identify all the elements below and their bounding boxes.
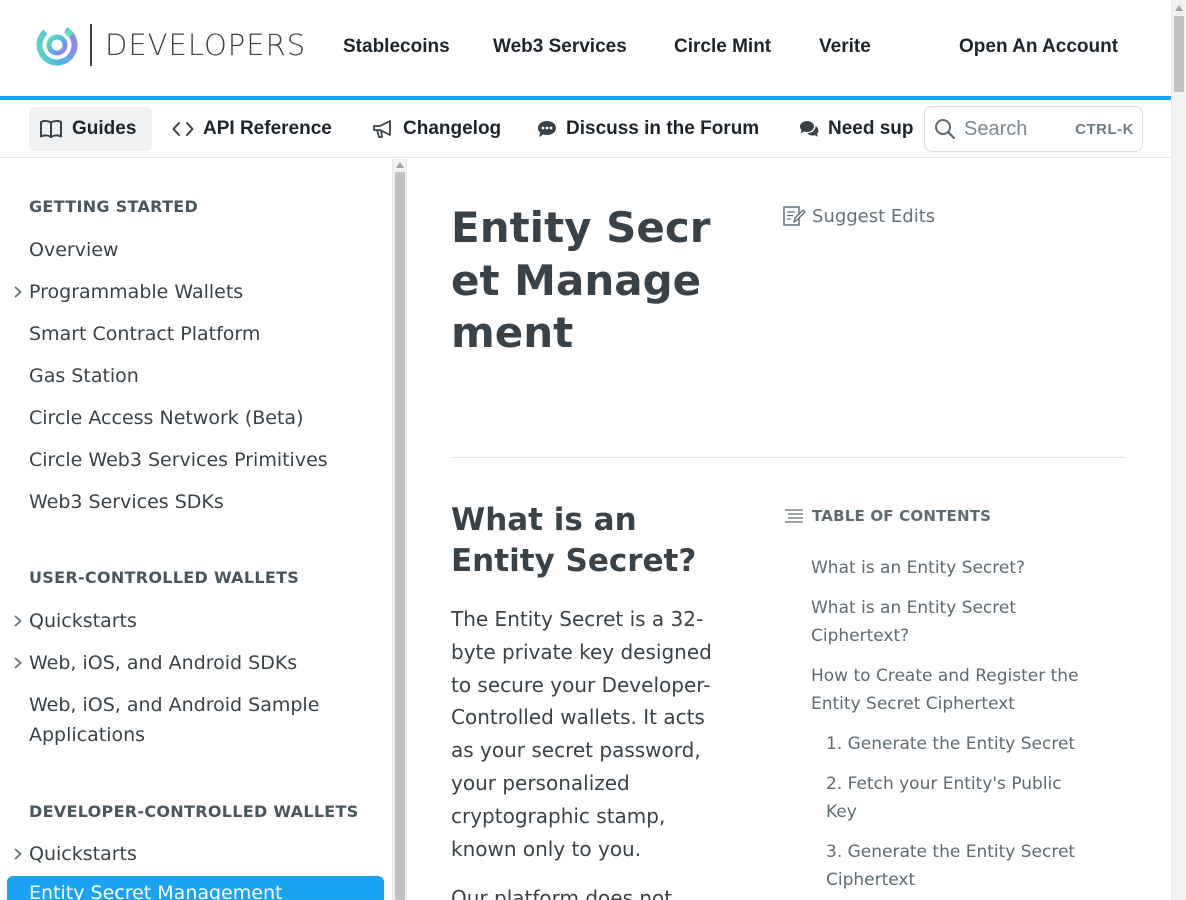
docs-sidebar: GETTING STARTED Overview Programmable Wa… <box>0 159 392 900</box>
sidebar-item-dcw-quickstarts[interactable]: Quickstarts <box>29 839 137 869</box>
toc-link-generate-entity-secret[interactable]: 1. Generate the Entity Secret <box>826 730 1106 758</box>
sidebar-item-web3-services-sdks[interactable]: Web3 Services SDKs <box>29 487 224 517</box>
sidebar-item-web3-services-primitives[interactable]: Circle Web3 Services Primitives <box>29 445 328 475</box>
chat-bubble-icon <box>538 121 556 137</box>
tab-api-reference-label: API Reference <box>203 118 332 139</box>
megaphone-icon <box>373 120 391 138</box>
sidebar-item-ucw-quickstarts[interactable]: Quickstarts <box>29 606 137 636</box>
tab-guides-label: Guides <box>72 118 137 139</box>
sidebar-heading-developer-controlled-wallets: DEVELOPER-CONTROLLED WALLETS <box>29 802 359 821</box>
nav-stablecoins[interactable]: Stablecoins <box>343 36 450 58</box>
code-icon <box>172 122 194 136</box>
chevron-right-icon[interactable] <box>12 285 24 299</box>
search-box[interactable]: CTRL-K <box>924 106 1143 152</box>
body-paragraph-2: Our platform does not <box>451 886 673 900</box>
search-icon <box>935 119 956 140</box>
tab-forum-label: Discuss in the Forum <box>566 118 760 139</box>
logo-divider <box>90 24 92 66</box>
section-heading: What is an Entity Secret? <box>451 502 697 579</box>
toc-link-how-to-create[interactable]: How to Create and Register the Entity Se… <box>811 662 1101 718</box>
toc-link-what-is-ciphertext[interactable]: What is an Entity Secret Ciphertext? <box>811 594 1051 650</box>
page-title: Entity Secret Management <box>451 203 711 357</box>
sidebar-item-ucw-sample-apps-line2[interactable]: Applications <box>29 720 145 750</box>
tab-changelog-label: Changelog <box>403 118 502 139</box>
open-account-link[interactable]: Open An Account <box>959 36 1118 58</box>
nav-circle-mint[interactable]: Circle Mint <box>674 36 771 58</box>
book-icon <box>40 119 62 138</box>
tab-need-support-label: Need sup <box>828 118 914 139</box>
sidebar-item-gas-station[interactable]: Gas Station <box>29 361 139 391</box>
list-lines-icon <box>785 509 803 523</box>
toc-link-generate-ciphertext[interactable]: 3. Generate the Entity Secret Ciphertext <box>826 838 1088 894</box>
sidebar-heading-user-controlled-wallets: USER-CONTROLLED WALLETS <box>29 568 300 587</box>
scrollbar-thumb[interactable] <box>395 172 405 900</box>
sidebar-item-ucw-sample-apps[interactable]: Web, iOS, and Android Sample <box>29 690 319 720</box>
nav-verite[interactable]: Verite <box>819 36 871 58</box>
content-divider <box>406 159 407 900</box>
sidebar-item-circle-access-network[interactable]: Circle Access Network (Beta) <box>29 403 304 433</box>
toc-link-what-is-entity-secret[interactable]: What is an Entity Secret? <box>811 554 1111 582</box>
page-scrollbar[interactable] <box>1171 0 1186 900</box>
nav-web3-services[interactable]: Web3 Services <box>493 36 627 58</box>
sidebar-heading-getting-started: GETTING STARTED <box>29 197 199 216</box>
sidebar-item-entity-secret-management[interactable]: Entity Secret Management <box>7 876 384 900</box>
tab-guides[interactable]: Guides <box>29 107 153 151</box>
site-header: DEVELOPERS Stablecoins Web3 Services Cir… <box>0 0 1171 96</box>
tab-api-reference[interactable]: API Reference <box>172 107 332 151</box>
suggest-edits-link[interactable]: Suggest Edits <box>782 204 935 228</box>
chevron-right-icon[interactable] <box>12 656 24 670</box>
sidebar-item-overview[interactable]: Overview <box>29 235 118 265</box>
sidebar-item-ucw-sdks[interactable]: Web, iOS, and Android SDKs <box>29 648 297 678</box>
scrollbar-thumb[interactable] <box>1174 16 1184 92</box>
tab-need-support[interactable]: Need sup <box>799 107 914 151</box>
toc-link-fetch-public-key[interactable]: 2. Fetch your Entity's Public Key <box>826 770 1086 826</box>
comments-icon <box>800 121 819 137</box>
logo-text: DEVELOPERS <box>105 28 307 62</box>
title-divider <box>451 457 1126 458</box>
circle-developers-logo[interactable]: DEVELOPERS <box>36 23 306 67</box>
docs-subnav: Guides API Reference Changelog Discuss i… <box>0 100 1171 158</box>
sidebar-item-programmable-wallets[interactable]: Programmable Wallets <box>29 277 243 307</box>
body-paragraph: The Entity Secret is a 32-byte private k… <box>451 607 712 861</box>
search-input[interactable] <box>964 117 1074 141</box>
suggest-edits-label: Suggest Edits <box>812 205 936 227</box>
tab-changelog[interactable]: Changelog <box>372 107 501 151</box>
scroll-up-arrow[interactable] <box>1175 5 1183 11</box>
chevron-right-icon[interactable] <box>12 614 24 628</box>
search-shortcut-hint: CTRL-K <box>1075 121 1134 138</box>
toc-heading: TABLE OF CONTENTS <box>784 507 991 525</box>
circle-logo-icon <box>36 24 78 66</box>
edit-document-icon <box>783 206 806 226</box>
sidebar-item-smart-contract-platform[interactable]: Smart Contract Platform <box>29 319 260 349</box>
sidebar-scrollbar[interactable] <box>392 159 406 900</box>
scroll-up-arrow[interactable] <box>396 162 404 168</box>
chevron-right-icon[interactable] <box>12 847 24 861</box>
toc-heading-label: TABLE OF CONTENTS <box>812 507 992 525</box>
tab-forum[interactable]: Discuss in the Forum <box>537 107 759 151</box>
